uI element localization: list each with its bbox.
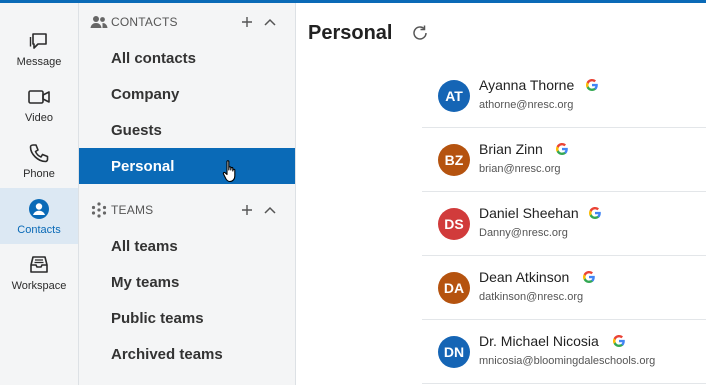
contact-row[interactable]: AT Ayanna Thorne athorne@nresc.org (422, 64, 706, 128)
teams-dots-icon (90, 201, 108, 219)
avatar: AT (438, 80, 470, 112)
nav-item-my-teams[interactable]: My teams (79, 264, 295, 300)
rail-item-label: Video (25, 111, 53, 124)
nav-item-archived-teams[interactable]: Archived teams (79, 336, 295, 372)
contact-email: brian@nresc.org (479, 163, 561, 175)
avatar: DA (438, 272, 470, 304)
teams-section-header: TEAMS (79, 195, 296, 225)
google-icon (586, 79, 598, 91)
rail-item-workspace[interactable]: Workspace (0, 244, 78, 300)
collapse-teams-chevron-up-icon[interactable] (262, 202, 278, 218)
people-icon (90, 13, 108, 31)
rail-item-label: Contacts (17, 223, 61, 236)
contact-email: Danny@nresc.org (479, 227, 568, 239)
hand-pointer-cursor-icon (222, 159, 240, 188)
contact-name: Ayanna Thorne (479, 77, 575, 93)
contact-email: datkinson@nresc.org (479, 291, 584, 303)
contact-name: Dean Atkinson (479, 269, 570, 285)
contact-row[interactable]: DS Daniel Sheehan Danny@nresc.org (422, 192, 706, 256)
add-team-plus-icon[interactable] (239, 202, 255, 218)
contacts-panel: CONTACTS All contacts Company Guests Per… (79, 3, 296, 385)
nav-item-personal[interactable]: Personal (79, 148, 295, 184)
rail-item-label: Message (16, 55, 62, 68)
rail-item-phone[interactable]: Phone (0, 132, 78, 188)
app-rail: Message Video Phone Contacts Workspace (0, 3, 79, 385)
contact-email: athorne@nresc.org (479, 99, 574, 111)
teams-section-title: TEAMS (111, 203, 154, 217)
rail-item-message[interactable]: Message (0, 20, 78, 76)
nav-item-public-teams[interactable]: Public teams (79, 300, 295, 336)
main-content: Personal AT Ayanna Thorne athorne@nresc.… (297, 3, 706, 385)
contact-row[interactable]: BZ Brian Zinn brian@nresc.org (422, 128, 706, 192)
contacts-section-header: CONTACTS (79, 7, 296, 37)
nav-item-all-teams[interactable]: All teams (79, 228, 295, 264)
nav-item-guests[interactable]: Guests (79, 112, 295, 148)
contact-row[interactable]: DA Dean Atkinson datkinson@nresc.org (422, 256, 706, 320)
refresh-icon[interactable] (410, 23, 430, 43)
contact-email: mnicosia@bloomingdaleschools.org (479, 355, 656, 367)
phone-icon (27, 141, 51, 165)
avatar: DS (438, 208, 470, 240)
add-contact-plus-icon[interactable] (239, 14, 255, 30)
rail-item-label: Phone (23, 167, 55, 180)
rail-item-video[interactable]: Video (0, 76, 78, 132)
contact-name: Brian Zinn (479, 141, 543, 157)
rail-item-contacts[interactable]: Contacts (0, 188, 78, 244)
contact-row[interactable]: DN Dr. Michael Nicosia mnicosia@blooming… (422, 320, 706, 384)
rail-item-label: Workspace (11, 279, 67, 292)
google-icon (583, 271, 595, 283)
contact-name: Daniel Sheehan (479, 205, 579, 221)
contact-name: Dr. Michael Nicosia (479, 333, 599, 349)
avatar: DN (438, 336, 470, 368)
google-icon (556, 143, 568, 155)
contacts-section-title: CONTACTS (111, 15, 178, 29)
google-icon (613, 335, 625, 347)
page-title: Personal (308, 22, 393, 44)
google-icon (589, 207, 601, 219)
collapse-contacts-chevron-up-icon[interactable] (262, 14, 278, 30)
avatar: BZ (438, 144, 470, 176)
workspace-icon (27, 253, 51, 277)
nav-item-company[interactable]: Company (79, 76, 295, 112)
video-icon (27, 85, 51, 109)
nav-item-all-contacts[interactable]: All contacts (79, 40, 295, 76)
message-icon (27, 29, 51, 53)
contacts-icon (27, 197, 51, 221)
